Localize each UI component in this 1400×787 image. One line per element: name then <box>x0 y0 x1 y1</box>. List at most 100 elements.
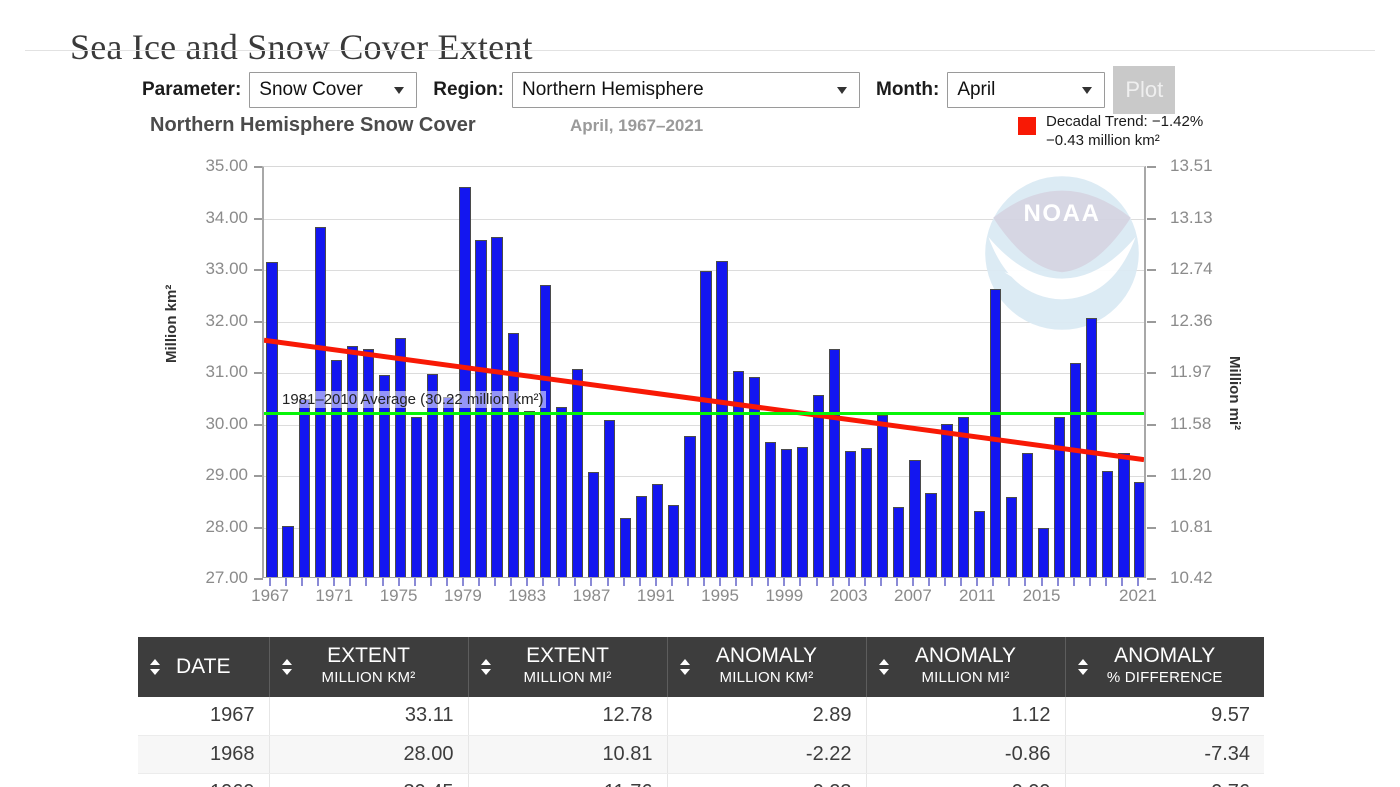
column-header-title: ANOMALY <box>1078 645 1253 666</box>
x-tick-mark <box>1089 578 1091 586</box>
table-column-header[interactable]: EXTENTMILLION MI² <box>468 637 667 697</box>
x-tick-label: 2011 <box>959 586 996 606</box>
y-tick-label-left: 35.00 <box>158 156 248 176</box>
table-cell: 30.45 <box>269 773 468 787</box>
table-row: 196930.4511.760.230.090.76 <box>138 773 1264 787</box>
x-tick-mark <box>848 578 850 586</box>
table-cell: 9.57 <box>1065 697 1264 735</box>
y-tick-label-left: 27.00 <box>158 568 248 588</box>
chevron-down-icon <box>837 87 848 94</box>
chart-title: Northern Hemisphere Snow Cover <box>150 114 476 137</box>
y-tick-label-right: 12.74 <box>1170 259 1260 279</box>
x-tick-mark <box>1121 578 1123 586</box>
average-line-label: 1981–2010 Average (30.22 million km²) <box>280 391 546 408</box>
column-header-unit: MILLION KM² <box>680 667 854 688</box>
y-tick-mark-right <box>1147 321 1156 323</box>
column-header-title: ANOMALY <box>879 645 1053 666</box>
x-tick-mark <box>880 578 882 586</box>
x-tick-label: 2007 <box>894 586 932 606</box>
x-tick-label: 2021 <box>1119 586 1157 606</box>
x-tick-mark <box>430 578 432 586</box>
table-cell: 33.11 <box>269 697 468 735</box>
sort-icon[interactable] <box>879 658 890 676</box>
x-tick-mark <box>333 578 335 586</box>
y-tick-label-right: 11.20 <box>1170 465 1260 485</box>
sort-icon[interactable] <box>481 658 492 676</box>
x-tick-label: 1987 <box>573 586 611 606</box>
table-cell: -0.86 <box>866 735 1065 773</box>
sort-icon[interactable] <box>150 658 161 676</box>
x-tick-mark <box>382 578 384 586</box>
x-tick-mark <box>542 578 544 586</box>
x-tick-mark <box>687 578 689 586</box>
table-column-header[interactable]: ANOMALY% DIFFERENCE <box>1065 637 1264 697</box>
region-select[interactable]: Northern Hemisphere <box>512 72 860 108</box>
x-tick-label: 1983 <box>508 586 546 606</box>
table-body: 196733.1112.782.891.129.57196828.0010.81… <box>138 697 1264 787</box>
y-tick-mark-right <box>1147 269 1156 271</box>
sort-icon[interactable] <box>282 658 293 676</box>
x-tick-mark <box>398 578 400 586</box>
region-select-value: Northern Hemisphere <box>522 79 704 101</box>
table-cell: 0.09 <box>866 773 1065 787</box>
data-table: DATEEXTENTMILLION KM²EXTENTMILLION MI²AN… <box>138 637 1264 787</box>
x-tick-mark <box>992 578 994 586</box>
x-tick-mark <box>269 578 271 586</box>
x-tick-mark <box>944 578 946 586</box>
plot-button[interactable]: Plot <box>1113 66 1175 114</box>
table-column-header[interactable]: ANOMALYMILLION MI² <box>866 637 1065 697</box>
x-tick-mark <box>655 578 657 586</box>
x-tick-mark <box>526 578 528 586</box>
table-column-header[interactable]: EXTENTMILLION KM² <box>269 637 468 697</box>
parameter-select-value: Snow Cover <box>259 79 363 101</box>
x-tick-mark <box>799 578 801 586</box>
x-tick-mark <box>623 578 625 586</box>
chevron-down-icon <box>394 87 405 94</box>
x-tick-mark <box>783 578 785 586</box>
x-tick-mark <box>462 578 464 586</box>
y-tick-label-right: 13.13 <box>1170 208 1260 228</box>
table-cell: -2.22 <box>667 735 866 773</box>
table-cell: 28.00 <box>269 735 468 773</box>
x-tick-mark <box>365 578 367 586</box>
table-column-header[interactable]: ANOMALYMILLION KM² <box>667 637 866 697</box>
x-tick-label: 1971 <box>315 586 353 606</box>
y-tick-label-right: 10.42 <box>1170 568 1260 588</box>
x-tick-mark <box>832 578 834 586</box>
sort-icon[interactable] <box>1078 658 1089 676</box>
month-select[interactable]: April <box>947 72 1105 108</box>
sort-icon[interactable] <box>680 658 691 676</box>
table-cell: -7.34 <box>1065 735 1264 773</box>
table-cell: 12.78 <box>468 697 667 735</box>
x-tick-mark <box>317 578 319 586</box>
table-cell: 11.76 <box>468 773 667 787</box>
x-tick-mark <box>864 578 866 586</box>
month-select-value: April <box>957 79 995 101</box>
plot-area: NOAA 1981–2010 Average (30.22 million km… <box>262 166 1146 578</box>
x-tick-mark <box>735 578 737 586</box>
controls-bar: Parameter: Snow Cover Region: Northern H… <box>142 66 1175 114</box>
x-tick-mark <box>1024 578 1026 586</box>
table-cell: 1968 <box>138 735 269 773</box>
y-tick-mark-right <box>1147 578 1156 580</box>
column-header-unit: MILLION MI² <box>481 667 655 688</box>
x-tick-label: 1979 <box>444 586 482 606</box>
parameter-label: Parameter: <box>142 79 241 101</box>
y-tick-label-right: 11.58 <box>1170 414 1260 434</box>
page-root: Sea Ice and Snow Cover Extent Parameter:… <box>0 0 1400 787</box>
y-tick-mark-right <box>1147 424 1156 426</box>
x-tick-label: 1995 <box>701 586 739 606</box>
table-column-header[interactable]: DATE <box>138 637 269 697</box>
x-tick-mark <box>478 578 480 586</box>
x-tick-label: 1999 <box>765 586 803 606</box>
y-tick-label-left: 33.00 <box>158 259 248 279</box>
y-tick-mark-right <box>1147 475 1156 477</box>
parameter-select[interactable]: Snow Cover <box>249 72 417 108</box>
x-tick-mark <box>414 578 416 586</box>
x-tick-mark <box>510 578 512 586</box>
x-tick-mark <box>816 578 818 586</box>
y-tick-mark-right <box>1147 166 1156 168</box>
column-header-title: EXTENT <box>481 645 655 666</box>
x-tick-mark <box>896 578 898 586</box>
table-cell: 1967 <box>138 697 269 735</box>
